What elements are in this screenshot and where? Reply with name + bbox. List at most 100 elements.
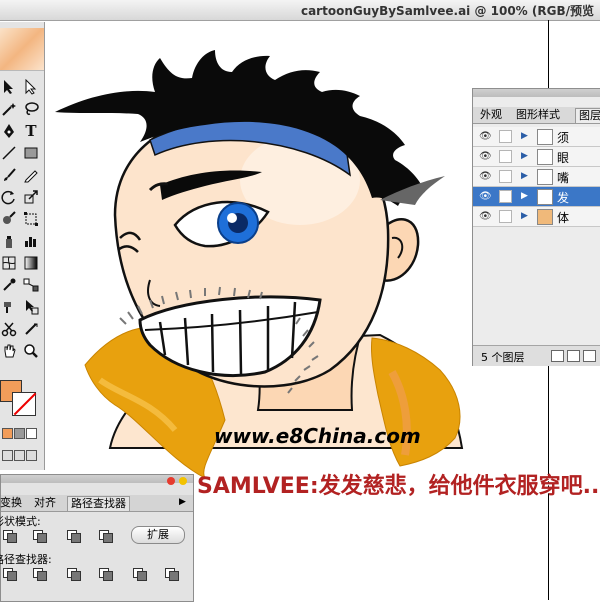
tab-transform[interactable]: 变换 [0,496,25,510]
layer-thumbnail [537,169,553,185]
rectangle-icon[interactable] [22,144,40,162]
layer-row-mouth[interactable]: 👁 ▶ 嘴 [473,167,600,187]
pathfinder-panel-tabs: 变换 对齐 路径查找器 ▶ [0,495,193,512]
expand-triangle-icon[interactable]: ▶ [521,151,528,161]
pencil-icon[interactable] [22,166,40,184]
visibility-eye-icon[interactable]: 👁 [479,171,492,182]
rotate-icon[interactable] [0,188,18,206]
warp-icon[interactable] [0,210,18,228]
symbol-sprayer-icon[interactable] [0,232,18,250]
layer-name[interactable]: 发 [557,189,569,206]
unite-icon[interactable] [3,530,17,543]
layer-thumbnail [537,149,553,165]
expand-triangle-icon[interactable]: ▶ [521,171,528,181]
exclude-icon[interactable] [99,530,113,543]
layer-row-hair[interactable]: 👁 ▶ 发 [473,187,600,207]
magic-wand-icon[interactable] [0,100,18,118]
new-layer-icon[interactable] [583,350,596,362]
layer-count: 5 个图层 [481,351,525,364]
lock-toggle[interactable] [499,190,512,203]
tab-align[interactable]: 对齐 [31,496,59,510]
trim-icon[interactable] [33,568,47,581]
graph-icon[interactable] [22,232,40,250]
layer-name[interactable]: 体 [557,209,569,226]
divide-icon[interactable] [3,568,17,581]
layers-panel-tabs: 外观 图形样式 图层 [473,107,600,124]
blend-icon[interactable] [22,276,40,294]
new-sublayer-icon[interactable] [567,350,580,362]
lock-toggle[interactable] [499,130,512,143]
layer-name[interactable]: 嘴 [557,169,569,186]
tab-pathfinder[interactable]: 路径查找器 [67,496,130,511]
close-icon[interactable] [167,477,175,485]
make-clipping-mask-icon[interactable] [551,350,564,362]
screen-mode-icon[interactable] [2,450,13,461]
live-paint-icon[interactable] [0,298,18,316]
watermark-text: www.e8China.com [214,424,421,448]
direct-selection-icon[interactable] [22,78,40,96]
visibility-eye-icon[interactable]: 👁 [479,131,492,142]
intersect-icon[interactable] [67,530,81,543]
type-icon[interactable]: T [22,122,40,140]
panel-header[interactable] [473,89,600,97]
minus-front-icon[interactable] [33,530,47,543]
tab-appearance[interactable]: 外观 [477,108,505,122]
visibility-eye-icon[interactable]: 👁 [479,191,492,202]
tab-graphic-styles[interactable]: 图形样式 [513,108,563,122]
caption-text: SAMLVEE:发发慈悲，给他件衣服穿吧.. [197,468,599,500]
stroke-color-swatch[interactable] [12,392,36,416]
gradient-mode-icon[interactable] [14,428,25,439]
layer-thumbnail [537,129,553,145]
window-title: cartoonGuyBySamlvee.ai @ 100% (RGB/预览 [300,4,594,18]
free-transform-icon[interactable] [22,210,40,228]
selection-arrow-icon[interactable] [0,78,18,96]
paintbrush-icon[interactable] [0,166,18,184]
lock-toggle[interactable] [499,170,512,183]
shape-modes-label: 形状模式: [0,515,41,528]
zoom-icon[interactable] [22,342,40,360]
caption-author: SAMLVEE: [197,474,319,499]
expand-triangle-icon[interactable]: ▶ [521,131,528,141]
expand-triangle-icon[interactable]: ▶ [521,211,528,221]
pathfinder-panel[interactable]: 变换 对齐 路径查找器 ▶ 形状模式: 扩展 路径查找器: [0,474,194,602]
hand-icon[interactable] [0,342,18,360]
visibility-eye-icon[interactable]: 👁 [479,151,492,162]
screen-mode-icon[interactable] [26,450,37,461]
layers-panel-footer: 5 个图层 [473,345,600,366]
window-title-bar[interactable]: cartoonGuyBySamlvee.ai @ 100% (RGB/预览 [0,0,600,21]
none-mode-icon[interactable] [26,428,37,439]
merge-icon[interactable] [67,568,81,581]
layer-row-body[interactable]: 👁 ▶ 体 [473,207,600,227]
color-mode-icon[interactable] [2,428,13,439]
pen-icon[interactable] [0,122,18,140]
layer-name[interactable]: 须 [557,129,569,146]
layer-row-beard[interactable]: 👁 ▶ 须 [473,127,600,147]
screen-mode-icon[interactable] [14,450,25,461]
layers-panel[interactable]: 外观 图形样式 图层 👁 ▶ 须 👁 ▶ 眼 👁 ▶ 嘴 👁 ▶ 发 👁 ▶ 体 [472,88,600,366]
lock-toggle[interactable] [499,210,512,223]
scissors-icon[interactable] [0,320,18,338]
lock-toggle[interactable] [499,150,512,163]
pathfinders-label: 路径查找器: [0,553,52,566]
minimize-icon[interactable] [179,477,187,485]
lasso-icon[interactable] [22,100,40,118]
expand-triangle-icon[interactable]: ▶ [521,191,528,201]
live-paint-select-icon[interactable] [22,298,40,316]
caption-body: 发发慈悲，给他件衣服穿吧.. [318,474,600,499]
minus-back-icon[interactable] [165,568,179,581]
eyedropper-icon[interactable] [0,276,18,294]
mesh-icon[interactable] [0,254,18,272]
gradient-icon[interactable] [22,254,40,272]
line-icon[interactable] [0,144,18,162]
layer-name[interactable]: 眼 [557,149,569,166]
visibility-eye-icon[interactable]: 👁 [479,211,492,222]
panel-header[interactable] [1,475,193,483]
panel-menu-icon[interactable]: ▶ [179,497,186,507]
expand-button[interactable]: 扩展 [131,526,185,544]
slice-icon[interactable] [22,320,40,338]
outline-icon[interactable] [133,568,147,581]
scale-icon[interactable] [22,188,40,206]
crop-icon[interactable] [99,568,113,581]
tab-layers[interactable]: 图层 [575,108,600,123]
layer-row-eye[interactable]: 👁 ▶ 眼 [473,147,600,167]
